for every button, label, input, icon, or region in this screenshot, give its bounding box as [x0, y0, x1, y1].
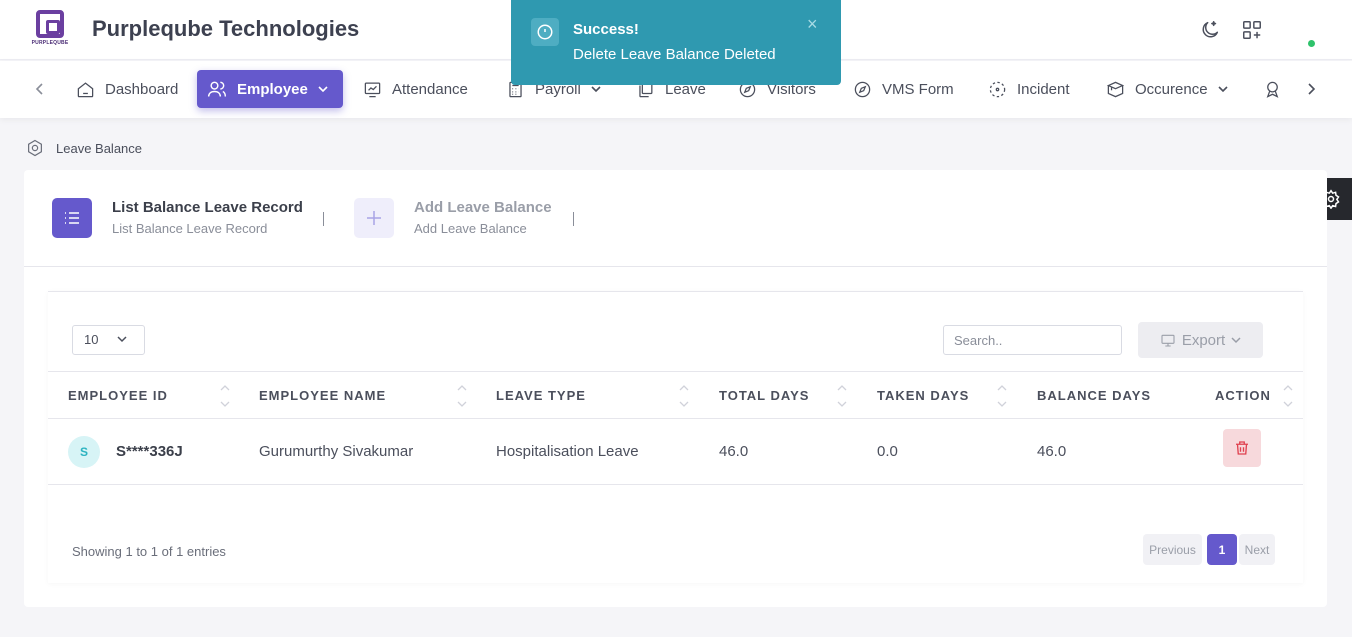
- step-title-add[interactable]: Add Leave Balance: [414, 199, 552, 216]
- sort-icon[interactable]: [678, 382, 690, 410]
- step-subtitle-list: List Balance Leave Record: [112, 221, 268, 236]
- chevron-down-icon: [1217, 86, 1228, 93]
- step-subtitle-add: Add Leave Balance: [414, 221, 527, 236]
- page-length-select[interactable]: 10: [72, 325, 145, 355]
- company-logo[interactable]: PURPLEQUBE: [30, 8, 70, 50]
- column-header-total-days[interactable]: TOTAL DAYS: [719, 388, 809, 403]
- nav-label: VMS Form: [882, 80, 954, 98]
- nav-item-dashboard[interactable]: Dashboard: [66, 70, 188, 108]
- sort-icon[interactable]: [1282, 382, 1294, 410]
- column-header-leave-type[interactable]: LEAVE TYPE: [496, 388, 586, 403]
- nav-label: Occurence: [1135, 80, 1208, 98]
- column-header-employee-id[interactable]: EMPLOYEE ID: [68, 388, 168, 403]
- plus-icon[interactable]: [354, 198, 394, 238]
- nav-item-employee[interactable]: Employee: [197, 70, 343, 108]
- column-header-employee-name[interactable]: EMPLOYEE NAME: [259, 388, 386, 403]
- cell-employee-id: S****336J: [116, 443, 183, 460]
- export-button[interactable]: Export: [1138, 322, 1263, 358]
- status-dot: [1308, 40, 1315, 47]
- moon-icon[interactable]: [1197, 17, 1223, 43]
- monitor-export-icon: [1161, 334, 1175, 347]
- toast-title: Success!: [573, 21, 639, 38]
- cell-taken-days: 0.0: [877, 443, 898, 460]
- table-row: S S****336J Gurumurthy Sivakumar Hospita…: [48, 419, 1303, 485]
- chevron-down-icon: [1231, 337, 1241, 344]
- delete-button[interactable]: [1223, 429, 1261, 467]
- nav-item-vms-form[interactable]: VMS Form: [843, 70, 964, 108]
- chevron-down-icon: [318, 86, 328, 93]
- box-icon: [1106, 81, 1125, 97]
- users-icon: [207, 81, 227, 97]
- table-header: EMPLOYEE ID EMPLOYEE NAME LEAVE TYPE TOT…: [48, 371, 1303, 419]
- info-circle-icon: [531, 18, 559, 46]
- sort-icon[interactable]: [456, 382, 468, 410]
- pagination-previous[interactable]: Previous: [1143, 534, 1202, 565]
- avatar: S: [68, 436, 100, 468]
- breadcrumb: Leave Balance: [26, 139, 142, 157]
- focus-icon: [989, 81, 1006, 97]
- table-container: 10 Export EMPLOYEE ID EMPLOYEE NAME LEAV…: [48, 291, 1303, 583]
- logo-text: PURPLEQUBE: [31, 40, 69, 46]
- cell-total-days: 46.0: [719, 443, 749, 460]
- nav-label: Incident: [1017, 80, 1070, 98]
- column-header-action: ACTION: [1215, 388, 1271, 403]
- wizard-steps: List Balance Leave Record List Balance L…: [24, 170, 1327, 267]
- award-icon: [1266, 81, 1279, 98]
- nav-label: Dashboard: [105, 80, 179, 98]
- sort-icon[interactable]: [996, 382, 1008, 410]
- step-title-list[interactable]: List Balance Leave Record: [112, 199, 303, 216]
- cell-balance-days: 46.0: [1037, 443, 1067, 460]
- hexagon-icon: [28, 139, 42, 157]
- chevron-down-icon: [117, 336, 127, 343]
- toast-message: Delete Leave Balance Deleted: [573, 46, 776, 63]
- nav-label: Employee: [237, 80, 308, 98]
- page-length-value: 10: [84, 332, 99, 347]
- column-header-taken-days[interactable]: TAKEN DAYS: [877, 388, 969, 403]
- sort-icon[interactable]: [836, 382, 848, 410]
- compass-icon: [854, 81, 871, 97]
- nav-item-incident[interactable]: Incident: [978, 70, 1080, 108]
- chevron-down-icon: [591, 86, 601, 93]
- search-input[interactable]: [943, 325, 1122, 355]
- breadcrumb-current: Leave Balance: [56, 140, 143, 156]
- nav-item-more[interactable]: [1253, 70, 1292, 108]
- logo-mark: [36, 10, 64, 38]
- nav-item-attendance[interactable]: Attendance: [353, 70, 478, 108]
- grid-plus-icon[interactable]: [1239, 17, 1265, 43]
- column-header-balance-days[interactable]: BALANCE DAYS: [1037, 388, 1151, 403]
- nav-item-occurence[interactable]: Occurence: [1096, 70, 1238, 108]
- pagination-info: Showing 1 to 1 of 1 entries: [72, 544, 226, 559]
- leave-balance-card: List Balance Leave Record List Balance L…: [24, 170, 1327, 607]
- nav-scroll-left-icon[interactable]: [30, 79, 50, 99]
- toast-close-button[interactable]: ×: [807, 14, 818, 35]
- step-separator: [323, 212, 324, 226]
- chart-icon: [364, 82, 381, 97]
- nav-scroll-right-icon[interactable]: [1301, 79, 1321, 99]
- cell-employee-name: Gurumurthy Sivakumar: [259, 443, 414, 460]
- trash-icon: [1236, 441, 1248, 455]
- step-separator: [573, 212, 574, 226]
- cell-leave-type: Hospitalisation Leave: [496, 443, 639, 460]
- home-icon: [77, 81, 94, 97]
- success-toast: Success! Delete Leave Balance Deleted ×: [511, 0, 841, 85]
- pagination-next[interactable]: Next: [1239, 534, 1275, 565]
- brand-name: Purpleqube Technologies: [92, 16, 360, 41]
- export-label: Export: [1181, 331, 1226, 349]
- sort-icon[interactable]: [219, 382, 231, 410]
- list-icon[interactable]: [52, 198, 92, 238]
- nav-label: Attendance: [392, 80, 468, 98]
- pagination-page-1[interactable]: 1: [1207, 534, 1237, 565]
